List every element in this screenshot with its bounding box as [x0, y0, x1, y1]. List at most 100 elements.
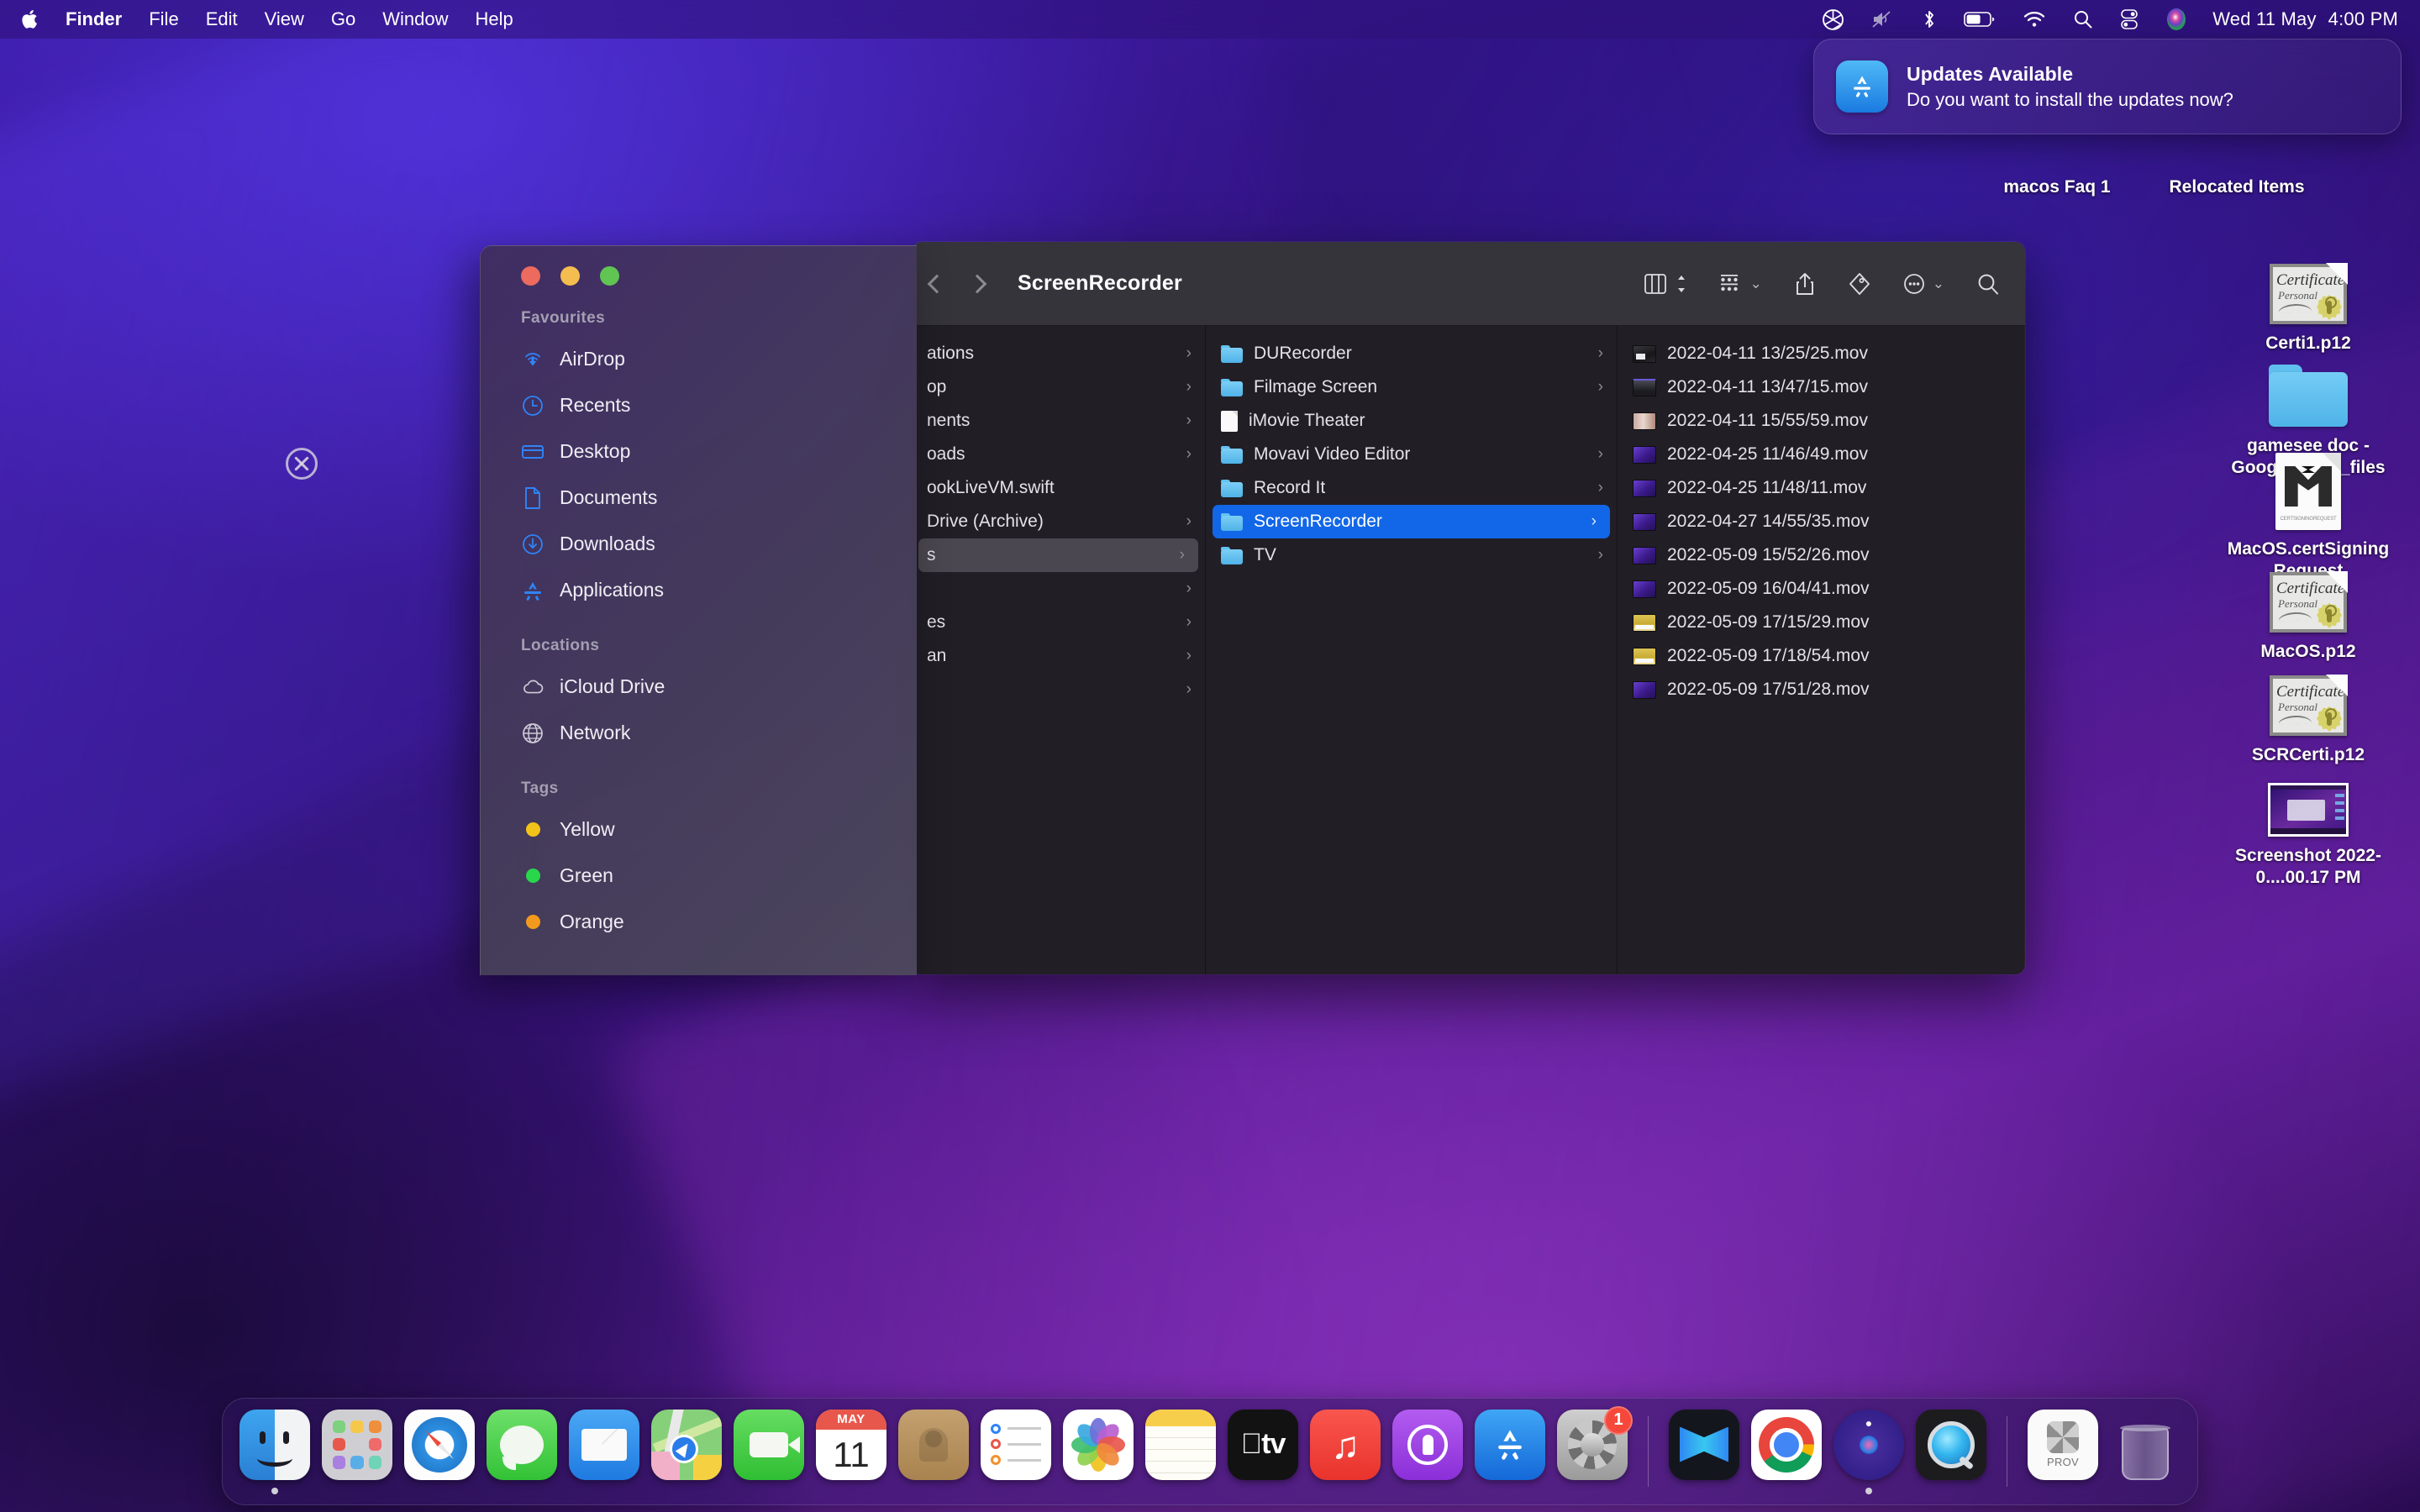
finder-row-column3[interactable]: 2022-04-25 11/48/11.mov: [1618, 471, 2024, 505]
sidebar-item-downloads[interactable]: Downloads: [481, 521, 917, 567]
search-icon[interactable]: [2060, 0, 2107, 39]
desktop-icon-certi1-p12[interactable]: Certificate Personal Certi1.p12: [2224, 244, 2392, 354]
apple-logo-icon[interactable]: [15, 8, 52, 30]
zoom-button[interactable]: [600, 266, 619, 286]
finder-row-column2[interactable]: TV ›: [1206, 538, 1617, 572]
dock-item-quicktime-player[interactable]: [1912, 1409, 1990, 1494]
finder-row-column3[interactable]: 2022-05-09 17/15/29.mov: [1618, 606, 2024, 639]
sidebar-item-label: Green: [560, 864, 613, 886]
bluetooth-icon[interactable]: [1908, 0, 1950, 39]
sidebar-item-recents[interactable]: Recents: [481, 382, 917, 428]
dock-item-messages[interactable]: [483, 1409, 560, 1494]
sidebar-item-network[interactable]: Network: [481, 710, 917, 756]
finder-row-column2[interactable]: Record It ›: [1206, 471, 1617, 505]
sidebar-item-applications[interactable]: Applications: [481, 567, 917, 613]
dock-item-trash[interactable]: [2107, 1410, 2184, 1494]
dock-item-reminders[interactable]: [977, 1409, 1055, 1494]
menu-finder[interactable]: Finder: [52, 0, 135, 39]
finder-row-column1[interactable]: es ›: [912, 606, 1205, 639]
finder-row-column1[interactable]: oads ›: [912, 438, 1205, 471]
siri-icon[interactable]: [2152, 0, 2201, 39]
finder-row-column3[interactable]: 2022-04-27 14/55/35.mov: [1618, 505, 2024, 538]
battery-icon[interactable]: [1950, 0, 2009, 39]
menu-help[interactable]: Help: [462, 0, 527, 39]
menu-view[interactable]: View: [251, 0, 318, 39]
finder-row-column2[interactable]: DURecorder ›: [1206, 337, 1617, 370]
dock-item-blue-video-app[interactable]: [1665, 1409, 1743, 1494]
desktop-icon-macos-faq-1[interactable]: macos Faq 1: [1973, 168, 2141, 198]
finder-row-column2[interactable]: Filmage Screen ›: [1206, 370, 1617, 404]
finder-search-button[interactable]: [1976, 272, 2000, 296]
dock-item-tv[interactable]: tv: [1224, 1409, 1302, 1494]
chevron-right-icon[interactable]: [967, 274, 987, 293]
dock-item-mail[interactable]: [566, 1409, 643, 1494]
dock-item-maps[interactable]: [648, 1409, 725, 1494]
finder-row-column1[interactable]: an ›: [912, 639, 1205, 673]
dock-item-notes[interactable]: [1142, 1409, 1219, 1494]
minimize-button[interactable]: [560, 266, 580, 286]
chevron-left-icon[interactable]: [927, 274, 947, 293]
finder-row-column1[interactable]: s ›: [918, 538, 1198, 572]
group-by-button[interactable]: ⌄: [1719, 272, 1762, 296]
dock-item-safari[interactable]: [401, 1409, 478, 1494]
volume-muted-icon[interactable]: [1858, 0, 1908, 39]
desktop-icon-screenshot[interactable]: Screenshot 2022-0....00.17 PM: [2224, 756, 2392, 888]
finder-row-column3[interactable]: 2022-04-11 15/55/59.mov: [1618, 404, 2024, 438]
desktop-icon-macos-p12[interactable]: Certificate Personal MacOS.p12: [2224, 552, 2392, 663]
menu-bar-clock[interactable]: Wed 11 May 4:00 PM: [2201, 8, 2402, 30]
finder-row-column2[interactable]: iMovie Theater: [1206, 404, 1617, 438]
column-view-button[interactable]: [1644, 272, 1687, 296]
sidebar-item-airdrop[interactable]: AirDrop: [481, 336, 917, 382]
finder-row-column1[interactable]: ›: [912, 572, 1205, 606]
dock-item-screen-recorder[interactable]: ●: [1830, 1409, 1907, 1494]
sidebar-item-icloud-drive[interactable]: iCloud Drive: [481, 664, 917, 710]
dock-item-facetime[interactable]: [730, 1409, 808, 1494]
sidebar-item-documents[interactable]: Documents: [481, 475, 917, 521]
finder-row-column1[interactable]: ›: [912, 673, 1205, 706]
menu-window[interactable]: Window: [369, 0, 461, 39]
dock-item-music[interactable]: ♫: [1307, 1409, 1384, 1494]
dock-item-finder[interactable]: [236, 1409, 313, 1494]
finder-row-column3[interactable]: 2022-04-25 11/46/49.mov: [1618, 438, 2024, 471]
dock-item-provisioning-profile[interactable]: PROV: [2024, 1409, 2102, 1494]
screen-recording-icon[interactable]: [1808, 0, 1858, 39]
dock-item-google-chrome[interactable]: [1748, 1409, 1825, 1494]
finder-row-column2[interactable]: ScreenRecorder ›: [1213, 505, 1610, 538]
dock-item-launchpad[interactable]: [318, 1409, 396, 1494]
dock-item-podcasts[interactable]: [1389, 1409, 1466, 1494]
control-center-icon[interactable]: [2107, 0, 2152, 39]
desktop-icon-relocated-items[interactable]: Relocated Items: [2153, 168, 2321, 198]
dock-item-app-store[interactable]: [1471, 1409, 1549, 1494]
finder-row-column3[interactable]: 2022-05-09 15/52/26.mov: [1618, 538, 2024, 572]
dock-item-system-preferences[interactable]: 1: [1554, 1405, 1633, 1494]
notification-banner[interactable]: Updates Available Do you want to install…: [1813, 39, 2402, 134]
finder-row-column3[interactable]: 2022-05-09 17/18/54.mov: [1618, 639, 2024, 673]
sidebar-item-yellow[interactable]: Yellow: [481, 806, 917, 853]
finder-row-column2[interactable]: Movavi Video Editor ›: [1206, 438, 1617, 471]
dock-item-photos[interactable]: [1060, 1409, 1137, 1494]
tag-button[interactable]: [1848, 272, 1871, 296]
finder-row-column3[interactable]: 2022-04-11 13/47/15.mov: [1618, 370, 2024, 404]
menu-go[interactable]: Go: [318, 0, 369, 39]
finder-row-column1[interactable]: nents ›: [912, 404, 1205, 438]
menu-file[interactable]: File: [135, 0, 192, 39]
finder-row-column1[interactable]: op ›: [912, 370, 1205, 404]
dock-item-calendar[interactable]: MAY 11: [813, 1409, 890, 1494]
finder-row-column1[interactable]: ookLiveVM.swift: [912, 471, 1205, 505]
finder-row-column1[interactable]: Drive (Archive) ›: [912, 505, 1205, 538]
sidebar-item-desktop[interactable]: Desktop: [481, 428, 917, 475]
finder-row-column3[interactable]: 2022-04-11 13/25/25.mov: [1618, 337, 2024, 370]
finder-row-column3[interactable]: 2022-05-09 16/04/41.mov: [1618, 572, 2024, 606]
sidebar-item-orange[interactable]: Orange: [481, 899, 917, 945]
desktop-icon-scrcerti-p12[interactable]: Certificate Personal SCRCerti.p12: [2224, 655, 2392, 766]
menu-edit[interactable]: Edit: [192, 0, 251, 39]
share-button[interactable]: [1794, 271, 1816, 297]
wifi-icon[interactable]: [2009, 0, 2060, 39]
sidebar-item-green[interactable]: Green: [481, 853, 917, 899]
file-name: 2022-04-11 13/25/25.mov: [1667, 344, 1868, 363]
more-actions-button[interactable]: ⌄: [1903, 272, 1944, 296]
finder-row-column3[interactable]: 2022-05-09 17/51/28.mov: [1618, 673, 2024, 706]
finder-row-column1[interactable]: ations ›: [912, 337, 1205, 370]
dock-item-contacts[interactable]: [895, 1409, 972, 1494]
close-button[interactable]: [521, 266, 540, 286]
